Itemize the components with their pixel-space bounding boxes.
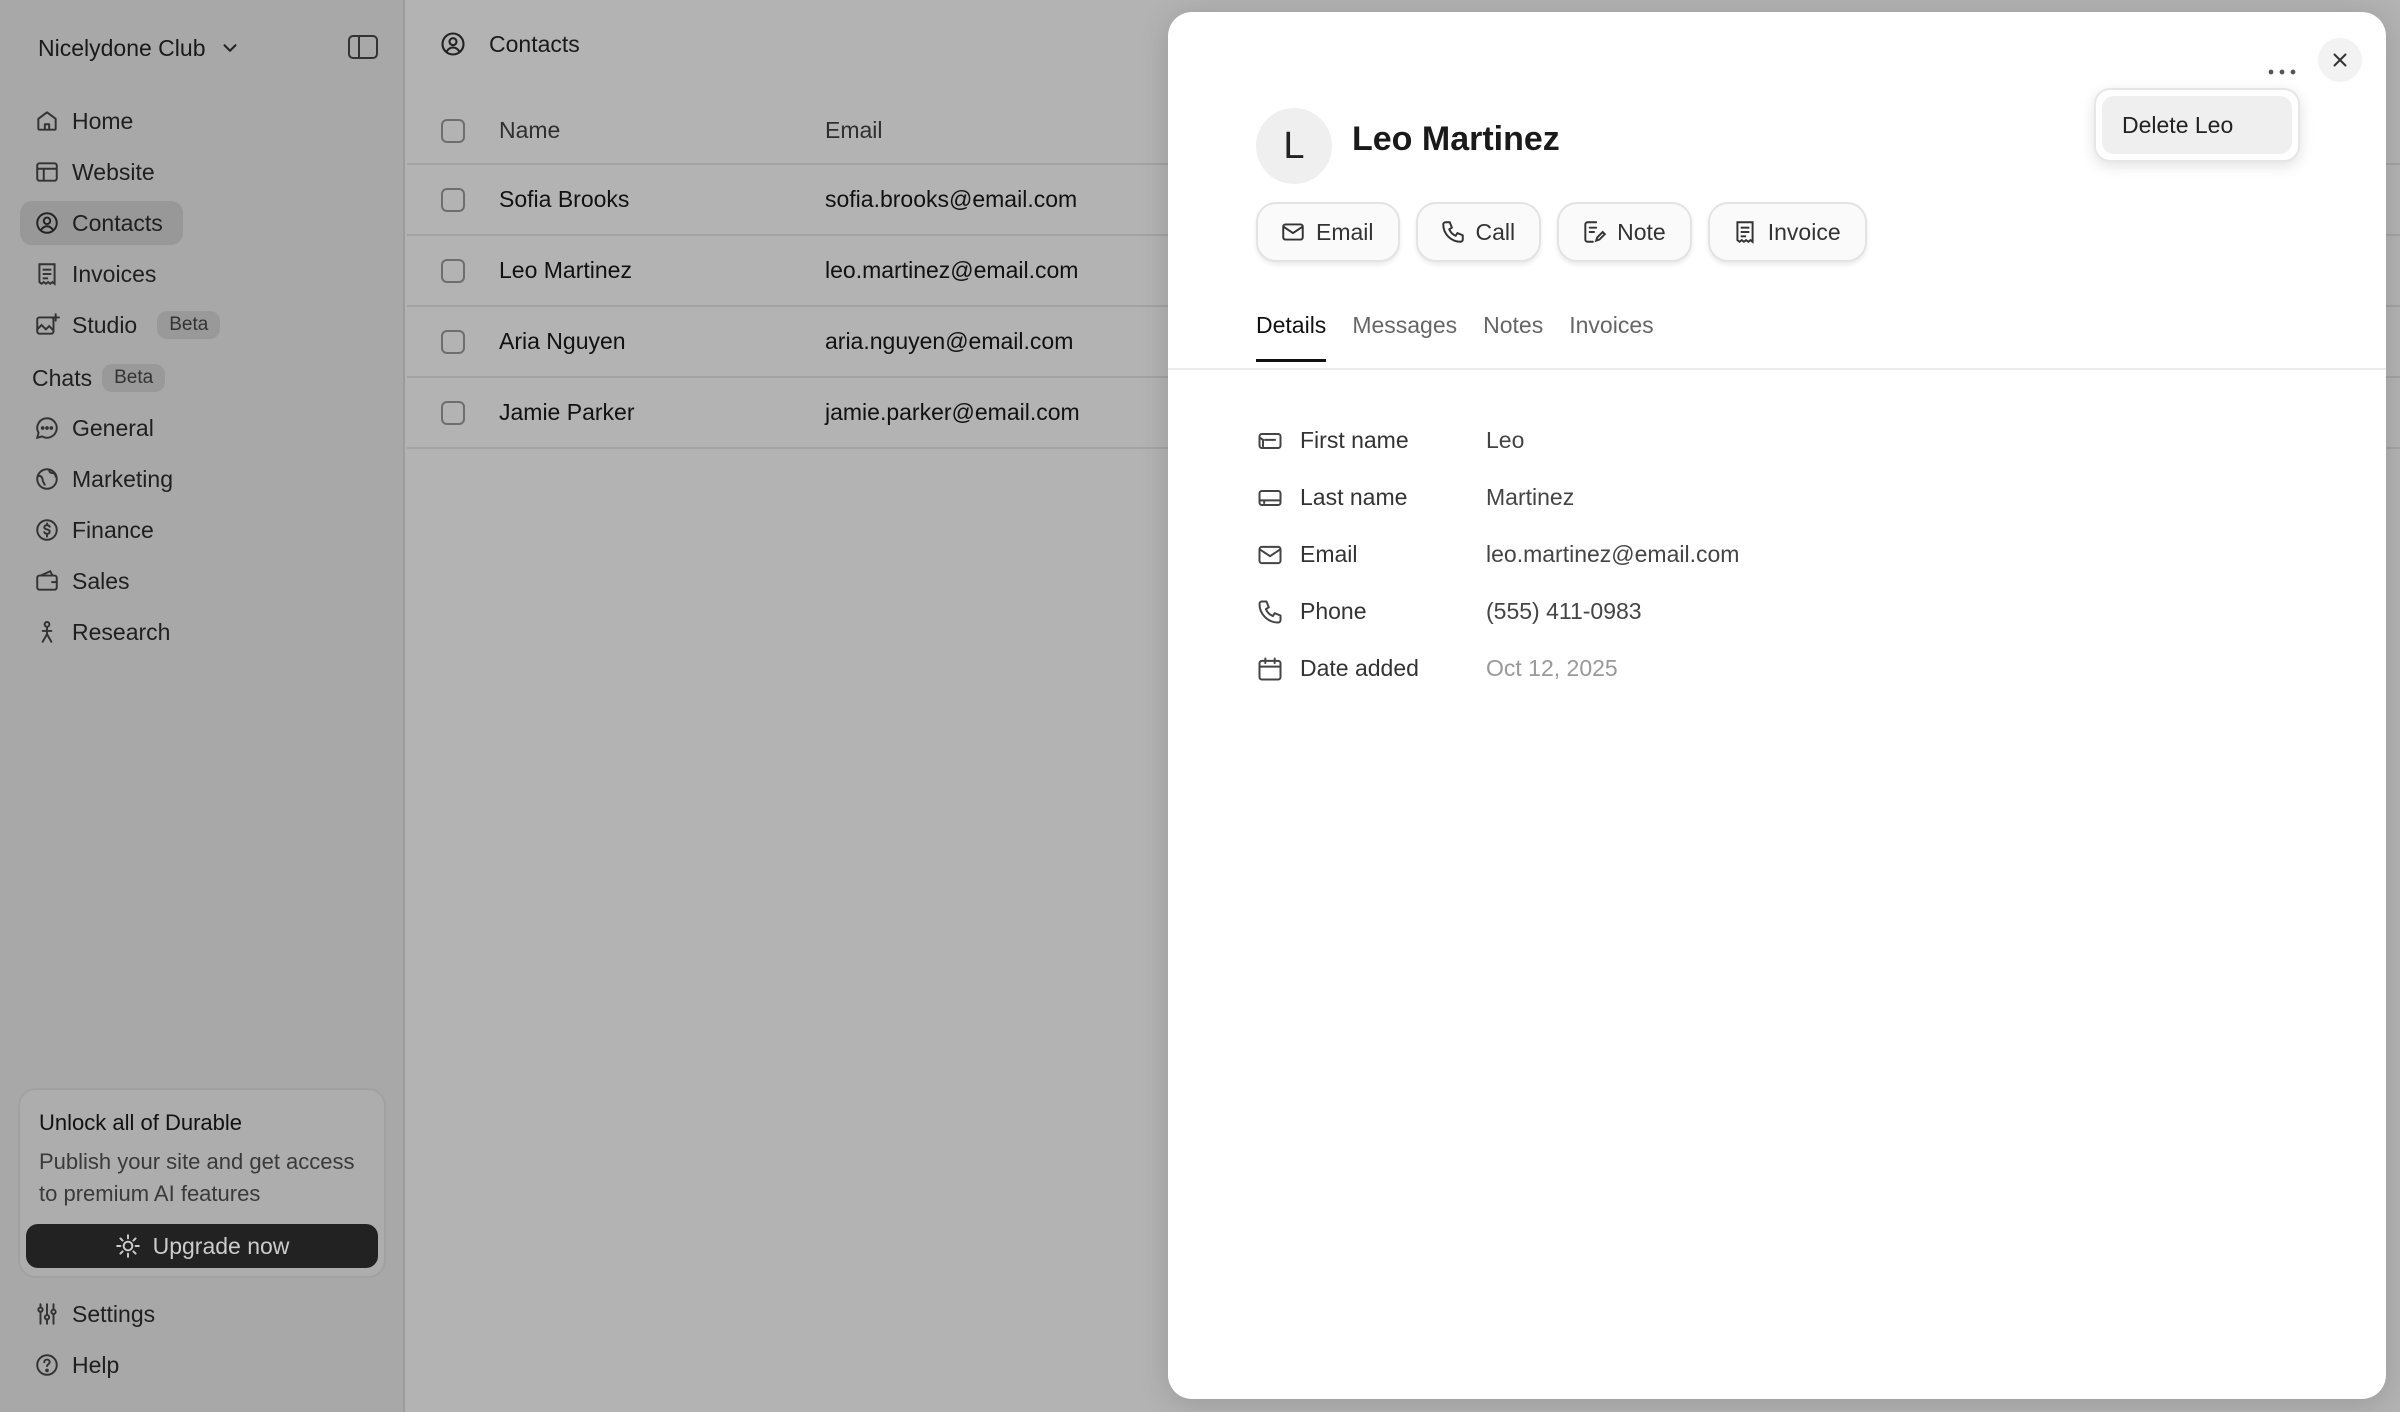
row-checkbox[interactable] bbox=[441, 258, 465, 283]
contact-email-cell: aria.nguyen@email.com bbox=[825, 328, 1074, 354]
upgrade-now-button[interactable]: Upgrade now bbox=[26, 1224, 378, 1268]
page-header: Contacts bbox=[439, 30, 580, 58]
calendar-icon bbox=[1258, 657, 1282, 680]
contacts-icon bbox=[36, 212, 58, 234]
beta-badge: Beta bbox=[102, 364, 166, 392]
main-nav: Home Website Contacts Invoices Studio Be… bbox=[20, 99, 385, 354]
sidebar-item-research[interactable]: Research bbox=[20, 610, 190, 654]
person-icon bbox=[41, 621, 53, 643]
contact-name-cell: Jamie Parker bbox=[499, 399, 635, 425]
sidebar-item-studio[interactable]: Studio Beta bbox=[20, 303, 240, 347]
sidebar-item-contacts[interactable]: Contacts bbox=[20, 201, 183, 245]
contact-email-cell: sofia.brooks@email.com bbox=[825, 186, 1078, 212]
note-button[interactable]: Note bbox=[1557, 202, 1692, 262]
phone-icon bbox=[1258, 600, 1282, 623]
studio-icon bbox=[36, 313, 60, 335]
more-options-button[interactable] bbox=[2260, 54, 2304, 90]
sidebar-item-general[interactable]: General bbox=[20, 406, 174, 450]
contact-email-cell: leo.martinez@email.com bbox=[825, 257, 1079, 283]
upgrade-text: Publish your site and get access to prem… bbox=[39, 1149, 355, 1206]
sidebar-item-marketing[interactable]: Marketing bbox=[20, 457, 193, 501]
id-card-icon bbox=[1258, 489, 1282, 506]
contact-name-heading: Leo Martinez bbox=[1352, 120, 1560, 158]
beta-badge: Beta bbox=[157, 311, 221, 339]
contact-details-list: First name Leo Last name Martinez Email … bbox=[1256, 412, 1739, 697]
tab-details[interactable]: Details bbox=[1256, 312, 1327, 362]
drawer-tabs: Details Messages Notes Invoices bbox=[1256, 312, 1654, 362]
contact-email-cell: jamie.parker@email.com bbox=[825, 399, 1080, 425]
dollar-icon bbox=[36, 519, 58, 541]
contact-name-cell: Aria Nguyen bbox=[499, 328, 626, 354]
chats-section-header: Chats Beta bbox=[32, 364, 166, 392]
column-header-name[interactable]: Name bbox=[499, 117, 825, 144]
contact-name-cell: Leo Martinez bbox=[499, 257, 632, 283]
sidebar-item-settings[interactable]: Settings bbox=[20, 1292, 175, 1336]
column-header-email[interactable]: Email bbox=[825, 117, 1225, 144]
tab-messages[interactable]: Messages bbox=[1352, 312, 1457, 362]
sidebar-item-help[interactable]: Help bbox=[20, 1343, 139, 1387]
upgrade-title: Unlock all of Durable bbox=[39, 1110, 242, 1135]
website-icon bbox=[36, 162, 58, 182]
invoice-button[interactable]: Invoice bbox=[1707, 202, 1867, 262]
row-checkbox[interactable] bbox=[441, 400, 465, 425]
sidebar-item-sales[interactable]: Sales bbox=[20, 559, 150, 603]
page-title: Contacts bbox=[489, 30, 580, 57]
id-card-icon bbox=[1258, 432, 1282, 449]
settings-icon bbox=[37, 1303, 57, 1325]
more-options-menu: Delete Leo bbox=[2094, 88, 2300, 162]
note-icon bbox=[1584, 221, 1607, 243]
sidebar-item-finance[interactable]: Finance bbox=[20, 508, 174, 552]
select-all-checkbox[interactable] bbox=[441, 118, 465, 143]
row-checkbox[interactable] bbox=[441, 329, 465, 354]
tab-notes[interactable]: Notes bbox=[1483, 312, 1543, 362]
email-button[interactable]: Email bbox=[1256, 202, 1400, 262]
detail-row-last-name: Last name Martinez bbox=[1256, 469, 1739, 526]
avatar: L bbox=[1256, 108, 1332, 184]
sidebar-item-home[interactable]: Home bbox=[20, 99, 153, 143]
tabs-divider bbox=[1168, 368, 2386, 370]
mail-icon bbox=[1282, 223, 1304, 241]
chevron-down-icon bbox=[223, 44, 237, 52]
contact-name-cell: Sofia Brooks bbox=[499, 186, 630, 212]
chats-nav: General Marketing Finance Sales Research bbox=[20, 406, 385, 661]
close-icon bbox=[2333, 53, 2347, 67]
sidebar: Nicelydone Club Home Website Contacts In… bbox=[0, 0, 405, 1412]
org-switcher[interactable]: Nicelydone Club bbox=[38, 28, 241, 68]
sidebar-toggle-button[interactable] bbox=[346, 32, 380, 62]
row-checkbox[interactable] bbox=[441, 187, 465, 212]
last-name-value[interactable]: Martinez bbox=[1486, 484, 1574, 511]
contact-detail-drawer: L Leo Martinez Email Call Note Invoice D… bbox=[1168, 12, 2386, 1399]
detail-row-phone: Phone (555) 411-0983 bbox=[1256, 583, 1739, 640]
sidebar-item-website[interactable]: Website bbox=[20, 150, 175, 194]
contacts-icon bbox=[441, 32, 465, 56]
delete-contact-menu-item[interactable]: Delete Leo bbox=[2102, 96, 2292, 154]
tab-invoices[interactable]: Invoices bbox=[1569, 312, 1653, 362]
wallet-icon bbox=[36, 569, 58, 591]
detail-row-date-added: Date added Oct 12, 2025 bbox=[1256, 640, 1739, 697]
help-icon bbox=[36, 1354, 58, 1376]
call-button[interactable]: Call bbox=[1415, 202, 1542, 262]
invoice-icon bbox=[38, 263, 56, 286]
close-drawer-button[interactable] bbox=[2318, 38, 2362, 82]
upgrade-card: Unlock all of Durable Publish your site … bbox=[18, 1088, 386, 1278]
date-added-value: Oct 12, 2025 bbox=[1486, 655, 1618, 681]
sidebar-item-invoices[interactable]: Invoices bbox=[20, 252, 176, 296]
mail-icon bbox=[1258, 545, 1282, 564]
detail-row-email: Email leo.martinez@email.com bbox=[1256, 526, 1739, 583]
phone-icon bbox=[1441, 221, 1464, 243]
phone-value[interactable]: (555) 411-0983 bbox=[1486, 598, 1642, 625]
sparkle-icon bbox=[115, 1234, 140, 1258]
more-horizontal-icon bbox=[2268, 69, 2296, 75]
contact-actions: Email Call Note Invoice bbox=[1256, 202, 1867, 262]
detail-row-first-name: First name Leo bbox=[1256, 412, 1739, 469]
email-value[interactable]: leo.martinez@email.com bbox=[1486, 541, 1739, 568]
org-name: Nicelydone Club bbox=[38, 34, 206, 61]
first-name-value[interactable]: Leo bbox=[1486, 427, 1524, 454]
sidebar-toggle-icon bbox=[348, 35, 378, 59]
globe-icon bbox=[36, 468, 58, 490]
invoice-icon bbox=[1736, 221, 1754, 244]
chat-bubble-icon bbox=[35, 417, 58, 440]
home-icon bbox=[37, 111, 57, 131]
footer-nav: Settings Help bbox=[20, 1292, 385, 1394]
